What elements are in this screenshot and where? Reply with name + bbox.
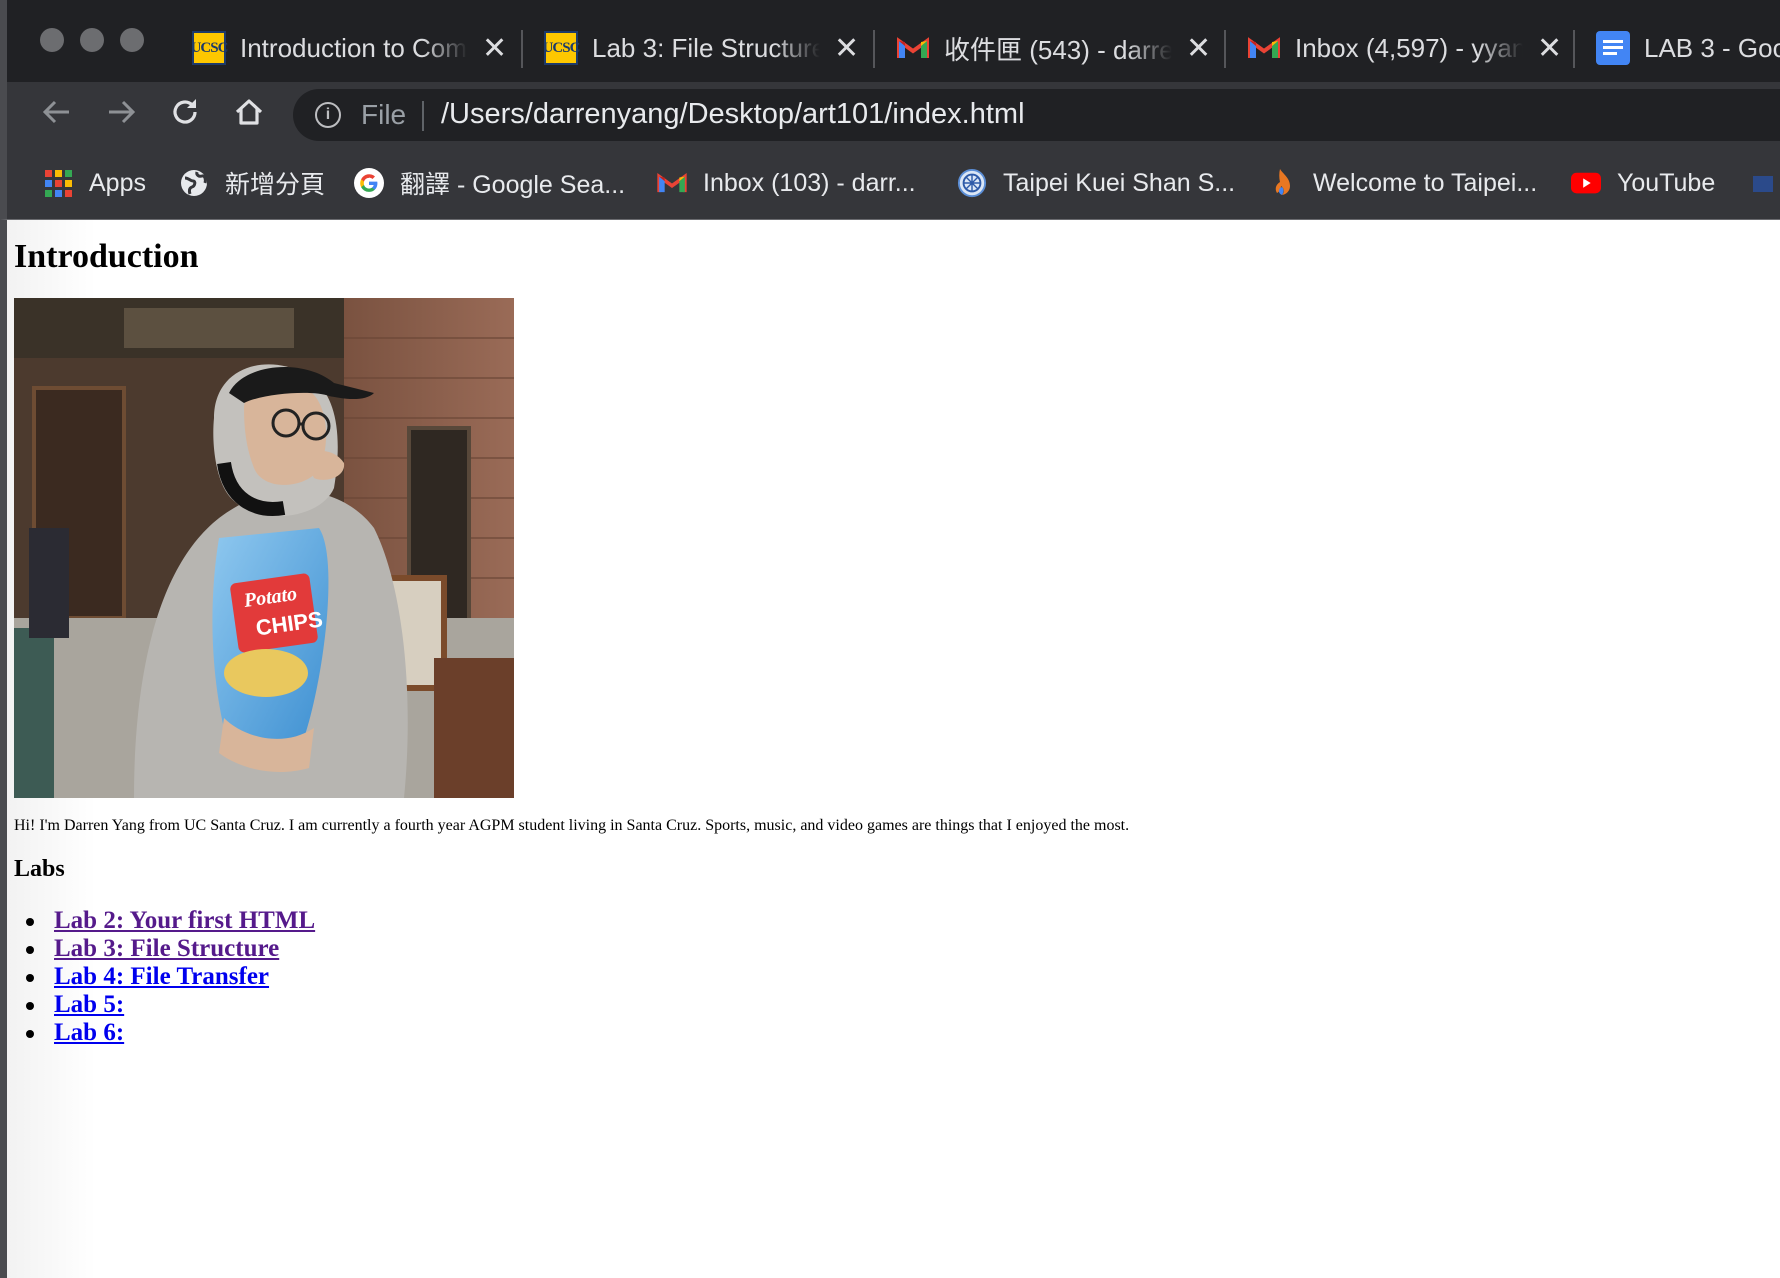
- reload-button[interactable]: [167, 96, 203, 132]
- profile-photo: Potato CHIPS: [14, 298, 514, 798]
- window-controls: [40, 28, 144, 52]
- bookmark-label: Taipei Kuei Shan S...: [1003, 168, 1236, 197]
- scheme-label: File: [361, 99, 407, 130]
- labs-heading: Labs: [14, 856, 65, 882]
- youtube-icon: [1571, 168, 1601, 198]
- bookmarks-bar: Apps 新增分頁 翻譯 - Google Sea... Inbox (103)…: [0, 146, 1780, 220]
- list-item: Lab 5:: [14, 991, 315, 1019]
- tab-lab3[interactable]: UCSC Lab 3: File Structure ✕: [544, 22, 859, 74]
- bookmark-label: Inbox (103) - darr...: [703, 168, 916, 197]
- lab-4-link[interactable]: Lab 4: File Transfer: [54, 963, 269, 990]
- close-tab-icon[interactable]: ✕: [482, 31, 507, 66]
- zoom-window-button[interactable]: [120, 28, 144, 52]
- bookmark-label: Welcome to Taipei...: [1313, 168, 1538, 197]
- bookmark-youtube[interactable]: YouTube: [1571, 163, 1715, 203]
- gmail-icon: [1247, 31, 1281, 65]
- list-item: Lab 2: Your first HTML: [14, 907, 315, 935]
- bookmark-label: YouTube: [1617, 168, 1716, 197]
- lab-6-link[interactable]: Lab 6:: [54, 1019, 124, 1046]
- bookmark-google-translate[interactable]: 翻譯 - Google Sea...: [354, 163, 625, 203]
- tab-separator: [1573, 30, 1575, 68]
- gmail-icon: [896, 31, 930, 65]
- minimize-window-button[interactable]: [80, 28, 104, 52]
- labs-list: Lab 2: Your first HTML Lab 3: File Struc…: [14, 907, 315, 1047]
- page-viewport: Introduction Potato CHIPS Hi! I'm Darren…: [0, 220, 1780, 1278]
- address-separator: [422, 101, 424, 131]
- back-button[interactable]: [39, 96, 75, 132]
- reload-icon: [173, 99, 197, 124]
- bookmark-welcome-taipei[interactable]: Welcome to Taipei...: [1267, 163, 1537, 203]
- google-g-icon: [354, 168, 384, 198]
- tab-gmail-yyan[interactable]: Inbox (4,597) - yyan ✕: [1247, 22, 1562, 74]
- home-button[interactable]: [231, 96, 267, 132]
- list-item: Lab 3: File Structure: [14, 935, 315, 963]
- tab-introduction[interactable]: UCSC Introduction to Com ✕: [192, 22, 507, 74]
- home-icon: [235, 99, 263, 125]
- partial-bookmark-icon: [1747, 168, 1777, 198]
- tab-separator: [1224, 30, 1226, 68]
- lab-2-link[interactable]: Lab 2: Your first HTML: [54, 907, 315, 934]
- forward-arrow-icon: [109, 100, 136, 124]
- browser-toolbar: i File /Users/darrenyang/Desktop/art101/…: [0, 82, 1780, 146]
- ucsc-favicon-icon: UCSC: [192, 31, 228, 65]
- tab-google-docs[interactable]: LAB 3 - Goog: [1596, 22, 1780, 74]
- list-item: Lab 4: File Transfer: [14, 963, 315, 991]
- apps-grid-icon: [43, 168, 73, 198]
- bookmark-label: 新增分頁: [225, 171, 326, 199]
- bookmark-taipei-kuei-shan[interactable]: Taipei Kuei Shan S...: [957, 163, 1235, 203]
- ucsc-favicon-icon: UCSC: [544, 31, 580, 65]
- bookmark-overflow[interactable]: [1747, 163, 1780, 203]
- tab-separator: [521, 30, 523, 68]
- globe-icon: [179, 168, 209, 198]
- profile-photo-illustration: Potato CHIPS: [14, 298, 514, 798]
- tab-title: Inbox (4,597) - yyan: [1295, 32, 1523, 63]
- address-bar[interactable]: i File /Users/darrenyang/Desktop/art101/…: [293, 89, 1780, 141]
- gmail-icon: [657, 168, 687, 198]
- flame-icon: [1267, 168, 1297, 198]
- bookmark-new-tab[interactable]: 新增分頁: [179, 163, 325, 203]
- lab-5-link[interactable]: Lab 5:: [54, 991, 124, 1018]
- bookmark-inbox[interactable]: Inbox (103) - darr...: [657, 163, 916, 203]
- tab-title: LAB 3 - Goog: [1644, 32, 1780, 63]
- close-tab-icon[interactable]: ✕: [834, 31, 859, 66]
- school-globe-icon: [957, 168, 987, 198]
- tab-gmail-darren[interactable]: 收件匣 (543) - darre ✕: [896, 22, 1211, 74]
- tab-title: Introduction to Com: [240, 32, 467, 63]
- page-heading: Introduction: [14, 238, 199, 275]
- close-tab-icon[interactable]: ✕: [1186, 31, 1211, 66]
- bio-paragraph: Hi! I'm Darren Yang from UC Santa Cruz. …: [14, 817, 1130, 834]
- url-text[interactable]: /Users/darrenyang/Desktop/art101/index.h…: [441, 98, 1025, 131]
- lab-3-link[interactable]: Lab 3: File Structure: [54, 935, 279, 962]
- forward-button[interactable]: [103, 96, 139, 132]
- tab-separator: [873, 30, 875, 68]
- tab-title: Lab 3: File Structure: [592, 32, 820, 63]
- close-tab-icon[interactable]: ✕: [1537, 31, 1562, 66]
- close-window-button[interactable]: [40, 28, 64, 52]
- tab-title: 收件匣 (543) - darre: [944, 34, 1172, 65]
- google-docs-icon: [1596, 31, 1630, 65]
- bookmark-apps[interactable]: Apps: [43, 163, 146, 203]
- back-arrow-icon: [42, 100, 69, 124]
- list-item: Lab 6:: [14, 1019, 315, 1047]
- bookmark-label: 翻譯 - Google Sea...: [400, 171, 626, 199]
- bookmark-label: Apps: [89, 168, 146, 197]
- info-icon[interactable]: i: [315, 102, 341, 128]
- tab-strip: UCSC Introduction to Com ✕ UCSC Lab 3: F…: [0, 0, 1780, 82]
